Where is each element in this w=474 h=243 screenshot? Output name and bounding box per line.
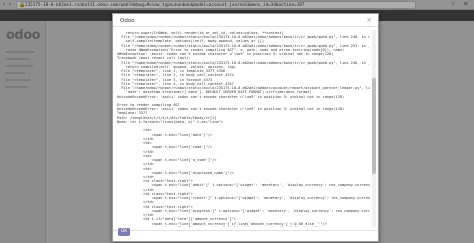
traceback-line: <span t-esc="line['credit']" t-options="… xyxy=(151,196,370,201)
traceback-line: Node: <tr t-foreach="lines(data, o)" t-a… xyxy=(117,119,224,124)
error-dialog: Odoo × return super(IrQWeb, self).render… xyxy=(112,13,379,242)
traceback-line: <span t-esc="line['debit']" t-options="{… xyxy=(151,183,370,188)
traceback-line: UnicodeEncodeError: 'ascii' codec can't … xyxy=(117,94,345,99)
ok-button[interactable]: OK xyxy=(118,228,130,236)
scrollbar-thumb[interactable] xyxy=(372,78,376,174)
dialog-header: Odoo × xyxy=(113,14,378,27)
traceback-line: <span t-esc="line['currency_code'] if li… xyxy=(117,226,323,227)
traceback-line: <span t-esc="line['progress']" t-options… xyxy=(151,208,370,213)
traceback-text: return super(IrQWeb, self).render(id_or_… xyxy=(117,31,370,227)
traceback-line: UnicodeEncodeError: 'ascii' codec can't … xyxy=(117,107,345,112)
dialog-footer: OK xyxy=(113,228,378,241)
dialog-title: Odoo xyxy=(120,18,135,24)
close-icon[interactable]: × xyxy=(366,16,372,24)
dialog-scrollbar[interactable] xyxy=(372,30,376,227)
dialog-body[interactable]: return super(IrQWeb, self).render(id_or_… xyxy=(117,31,370,227)
